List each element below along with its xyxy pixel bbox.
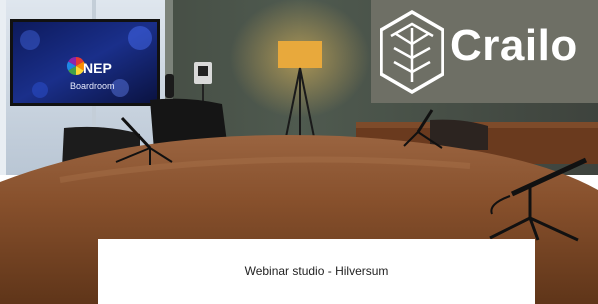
hexagon-tree-icon bbox=[380, 10, 444, 94]
crailo-logo-text: Crailo bbox=[450, 21, 578, 70]
tv-subtitle-label: Boardroom bbox=[70, 81, 115, 91]
window-frame bbox=[0, 0, 6, 175]
studio-photo-slide: NEP Boardroom Crailo Webinar studio - Hi… bbox=[0, 0, 598, 304]
tv-bokeh bbox=[20, 30, 40, 50]
tv-bokeh bbox=[32, 82, 48, 98]
caption-box: Webinar studio - Hilversum bbox=[98, 239, 535, 304]
studio-mic bbox=[165, 74, 174, 98]
lamp-shade bbox=[278, 41, 322, 68]
tv-bokeh bbox=[128, 26, 152, 50]
camera-lens bbox=[198, 66, 208, 76]
caption-text: Webinar studio - Hilversum bbox=[244, 264, 389, 278]
tv-brand-label: NEP bbox=[83, 60, 112, 76]
